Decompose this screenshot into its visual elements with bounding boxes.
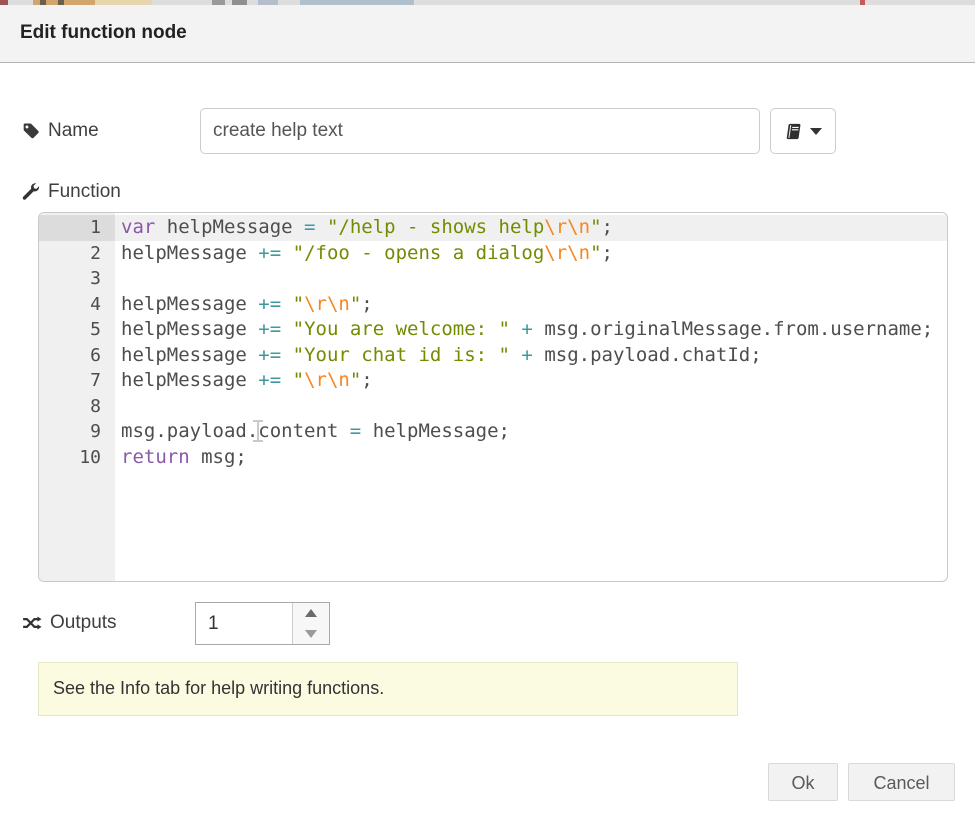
function-label-text: Function <box>48 181 121 203</box>
line-number: 4 <box>39 292 115 318</box>
ok-button[interactable]: Ok <box>768 763 838 801</box>
function-label: Function <box>22 181 121 203</box>
code-line-4[interactable]: helpMessage += "\r\n"; <box>115 292 947 318</box>
code-line-3[interactable] <box>115 266 947 292</box>
outputs-input[interactable] <box>196 603 304 644</box>
code-line-8[interactable] <box>115 394 947 420</box>
outputs-label-text: Outputs <box>50 612 117 634</box>
line-number: 10 <box>39 445 115 471</box>
line-number: 5 <box>39 317 115 343</box>
code-line-6[interactable]: helpMessage += "Your chat id is: " + msg… <box>115 343 947 369</box>
cancel-button[interactable]: Cancel <box>848 763 955 801</box>
book-icon <box>784 122 803 141</box>
spinner-up-button[interactable] <box>293 603 329 624</box>
name-input[interactable] <box>200 108 760 154</box>
code-line-9[interactable]: msg.payload.content = helpMessage; <box>115 419 947 445</box>
editor-gutter: 12345678910 <box>39 213 115 581</box>
editor-code-area[interactable]: var helpMessage = "/help - shows help\r\… <box>115 213 947 581</box>
spinner-up-icon <box>305 609 317 617</box>
code-line-10[interactable]: return msg; <box>115 445 947 471</box>
wrench-icon <box>22 183 40 201</box>
spinner-down-button[interactable] <box>293 624 329 645</box>
line-number: 1 <box>39 215 115 241</box>
name-label: Name <box>22 120 99 142</box>
caret-down-icon <box>810 128 822 135</box>
dialog-title: Edit function node <box>20 22 187 44</box>
line-number: 2 <box>39 241 115 267</box>
dialog-header: Edit function node <box>0 5 975 63</box>
outputs-label: Outputs <box>22 612 117 634</box>
spinner-buttons <box>292 603 329 644</box>
name-label-text: Name <box>48 120 99 142</box>
line-number: 3 <box>39 266 115 292</box>
tag-icon <box>22 122 40 140</box>
form-tip-text: See the Info tab for help writing functi… <box>53 678 384 699</box>
code-line-7[interactable]: helpMessage += "\r\n"; <box>115 368 947 394</box>
random-icon <box>22 615 42 631</box>
code-line-2[interactable]: helpMessage += "/foo - opens a dialog\r\… <box>115 241 947 267</box>
line-number: 8 <box>39 394 115 420</box>
form-tip-box: See the Info tab for help writing functi… <box>38 662 738 716</box>
line-number: 6 <box>39 343 115 369</box>
code-editor[interactable]: 12345678910 var helpMessage = "/help - s… <box>38 212 948 582</box>
line-number: 7 <box>39 368 115 394</box>
library-button[interactable] <box>770 108 836 154</box>
code-line-1[interactable]: var helpMessage = "/help - shows help\r\… <box>115 215 947 241</box>
edit-function-node-dialog: Edit function node Name <box>0 0 975 815</box>
code-line-5[interactable]: helpMessage += "You are welcome: " + msg… <box>115 317 947 343</box>
outputs-spinner <box>195 602 330 645</box>
spinner-down-icon <box>305 630 317 638</box>
line-number: 9 <box>39 419 115 445</box>
